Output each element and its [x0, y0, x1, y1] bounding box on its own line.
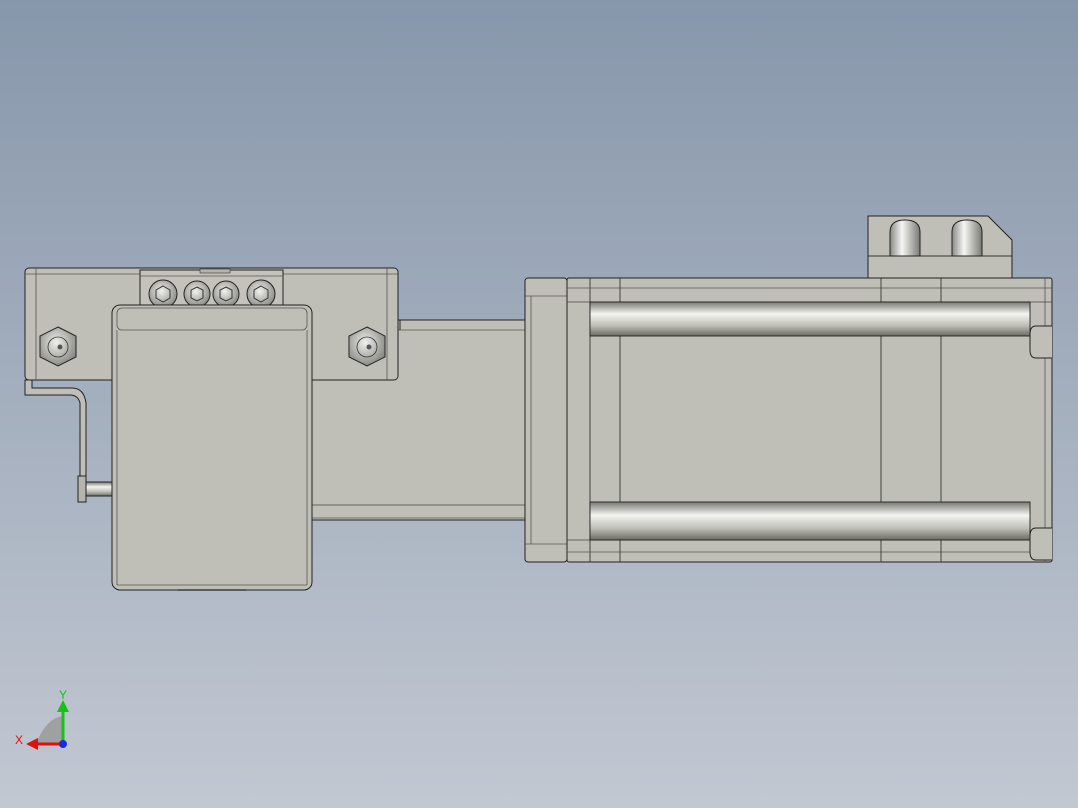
motor-connector [867, 215, 1013, 279]
x-axis-arrowhead [26, 738, 38, 750]
screw-socket-4 [246, 279, 276, 309]
carriage-block [111, 304, 313, 591]
screw-socket-1 [148, 279, 178, 309]
coordinate-triad[interactable]: Y X [15, 688, 69, 750]
sensor-bracket [24, 379, 115, 503]
z-axis-dot [59, 740, 67, 748]
hex-nut-left [39, 326, 77, 367]
hex-nut-right [348, 326, 386, 367]
y-axis-label: Y [59, 688, 67, 702]
graphics-viewport[interactable]: Y X [0, 0, 1078, 808]
cad-model-view[interactable]: Y X [0, 0, 1078, 808]
screw-socket-2 [183, 280, 211, 308]
screw-socket-3 [212, 280, 240, 308]
x-axis-label: X [15, 733, 23, 747]
triad-plane [36, 716, 63, 744]
motor-body [566, 277, 1053, 563]
